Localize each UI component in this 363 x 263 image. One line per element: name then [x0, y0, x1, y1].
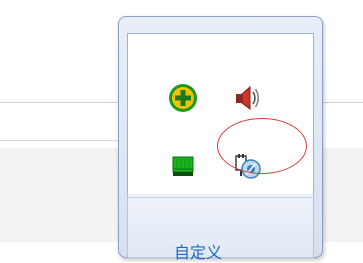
- tray-footer: 自定义: [127, 194, 314, 262]
- tray-icon-grid: [127, 33, 314, 195]
- speaker-volume-icon[interactable]: [230, 81, 264, 115]
- background-divider-top: [0, 102, 118, 103]
- notification-overflow-popup: 自定义: [118, 16, 323, 262]
- customize-link[interactable]: 自定义: [174, 239, 222, 263]
- add-plus-icon[interactable]: [166, 81, 200, 115]
- network-green-icon[interactable]: [166, 148, 200, 182]
- background-divider-bottom: [0, 140, 118, 141]
- background-divider-right: [321, 102, 363, 103]
- usb-safely-remove-icon[interactable]: [230, 148, 264, 182]
